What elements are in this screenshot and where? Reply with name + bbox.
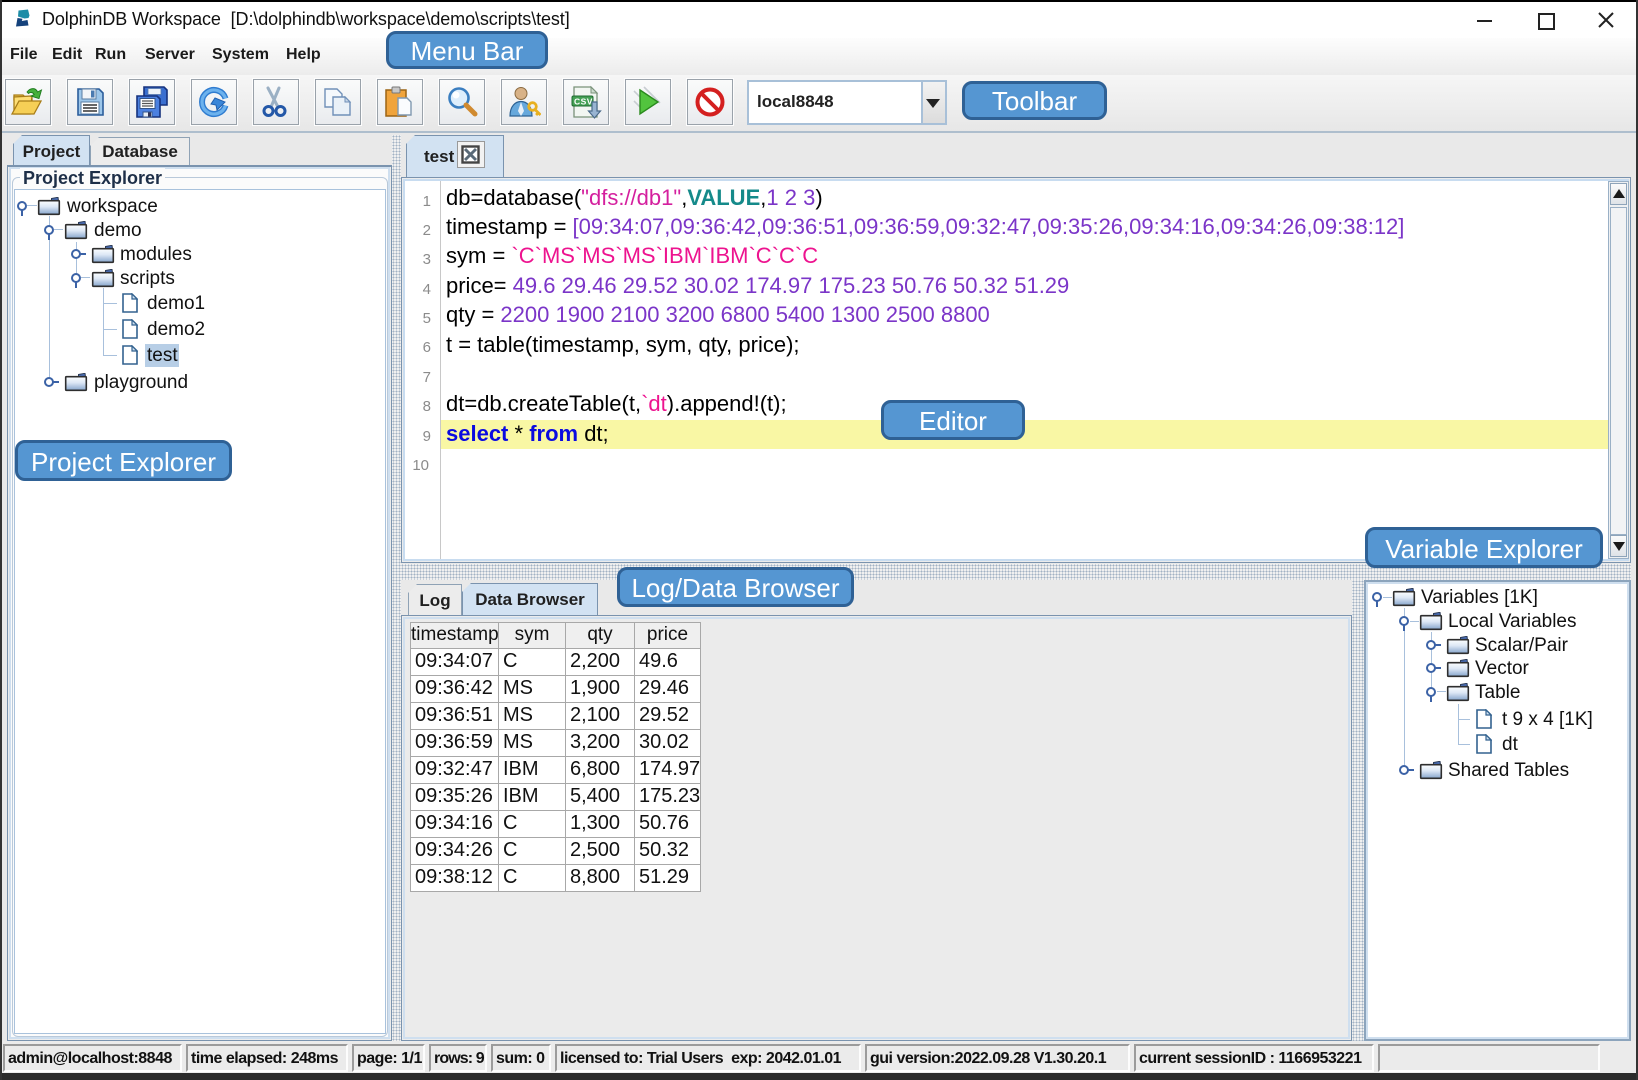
svg-text:CSV: CSV — [574, 97, 593, 107]
